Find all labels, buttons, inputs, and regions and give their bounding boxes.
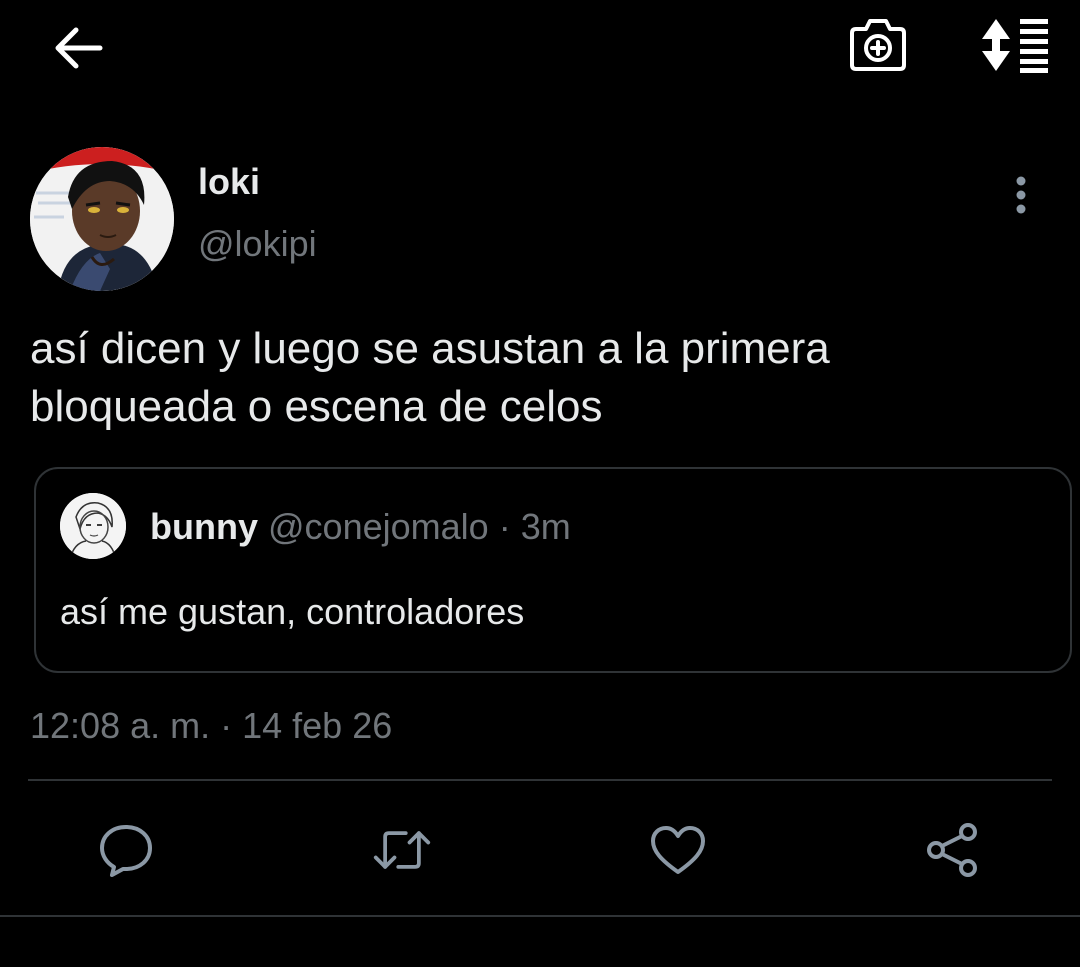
quoted-handle: @conejomalo	[268, 506, 489, 547]
retweet-icon	[373, 831, 431, 869]
quoted-text: así me gustan, controladores	[60, 591, 525, 632]
back-button[interactable]	[46, 20, 110, 76]
sort-lines-icon	[982, 19, 1048, 73]
reply-button[interactable]	[96, 820, 156, 880]
quoted-age: 3m	[520, 506, 571, 547]
bottom-divider	[0, 915, 1080, 917]
tweet-text: así dicen y luego se asustan a la primer…	[30, 320, 1050, 436]
tweet-text-line: bloqueada o escena de celos	[30, 382, 603, 431]
author-display-name[interactable]: loki	[198, 160, 260, 204]
camera-button[interactable]	[846, 14, 910, 74]
quoted-display-name: bunny	[150, 506, 258, 547]
author-handle[interactable]: @lokipi	[198, 222, 317, 266]
author-avatar[interactable]	[30, 147, 174, 291]
tweet-text-line: así dicen y luego se asustan a la primer…	[30, 324, 830, 373]
retweet-button[interactable]	[372, 820, 432, 880]
quoted-separator: ·	[498, 506, 511, 547]
arrow-left-icon	[55, 27, 103, 69]
sort-button[interactable]	[972, 16, 1052, 74]
camera-plus-icon	[850, 19, 906, 71]
avatar-illustration	[30, 147, 174, 291]
quoted-tweet-card[interactable]	[34, 467, 1072, 673]
share-icon	[927, 823, 977, 877]
quoted-avatar-illustration	[60, 493, 126, 559]
tweet-timestamp: 12:08 a. m. · 14 feb 26	[30, 705, 393, 746]
like-button[interactable]	[648, 820, 708, 880]
divider	[28, 779, 1052, 781]
more-vertical-icon	[1016, 176, 1026, 214]
heart-icon	[651, 826, 705, 874]
quoted-header: bunny @conejomalo · 3m	[150, 505, 571, 549]
comment-icon	[100, 825, 152, 877]
share-button[interactable]	[924, 820, 984, 880]
more-options-button[interactable]	[1000, 172, 1042, 218]
quoted-author-avatar	[60, 493, 126, 559]
